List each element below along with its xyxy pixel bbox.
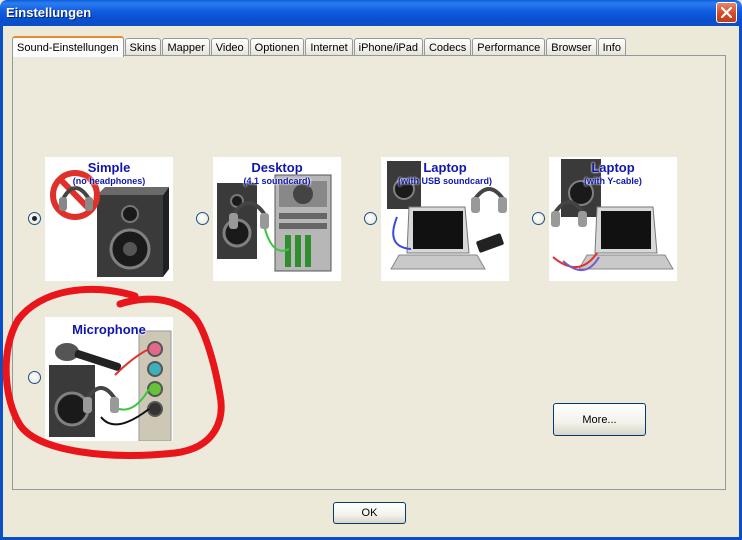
option-image-laptop-usb[interactable]: Laptop (with USB soundcard) [381, 157, 509, 281]
tab-video[interactable]: Video [210, 38, 249, 56]
tab-info[interactable]: Info [597, 38, 626, 56]
option-image-simple[interactable]: Simple (no headphones) [45, 157, 173, 281]
close-button[interactable] [716, 2, 737, 23]
tab-codecs[interactable]: Codecs [423, 38, 472, 56]
option-subtitle-laptop-y-cable: (with Y-cable) [584, 176, 642, 186]
radio-simple[interactable] [28, 212, 41, 225]
tab-internet[interactable]: Internet [305, 38, 353, 56]
option-title-laptop-usb: Laptop [423, 160, 467, 175]
tab-mapper[interactable]: Mapper [162, 38, 210, 56]
close-icon [721, 7, 732, 18]
option-title-microphone: Microphone [72, 322, 146, 337]
ok-button[interactable]: OK [333, 502, 406, 524]
option-title-desktop: Desktop [251, 160, 303, 175]
option-subtitle-laptop-usb: (with USB soundcard) [398, 176, 492, 186]
more-button[interactable]: More... [553, 403, 646, 436]
tab-iphone-ipad[interactable]: iPhone/iPad [353, 38, 423, 56]
option-image-microphone[interactable]: Microphone [45, 317, 173, 441]
option-title-laptop-y-cable: Laptop [591, 160, 635, 175]
window-title: Einstellungen [6, 5, 92, 20]
tab-sound-settings[interactable]: Sound-Einstellungen [12, 36, 124, 57]
tab-options[interactable]: Optionen [249, 38, 305, 56]
tab-performance[interactable]: Performance [472, 38, 546, 56]
radio-laptop-usb[interactable] [364, 212, 377, 225]
option-title-simple: Simple [87, 160, 131, 175]
option-subtitle-desktop: (4.1 soundcard) [243, 176, 311, 186]
option-subtitle-simple: (no headphones) [72, 176, 146, 186]
title-bar[interactable]: Einstellungen [0, 0, 742, 26]
tab-skins[interactable]: Skins [124, 38, 162, 56]
radio-desktop[interactable] [196, 212, 209, 225]
option-image-laptop-y-cable[interactable]: Laptop (with Y-cable) [549, 157, 677, 281]
tab-browser[interactable]: Browser [546, 38, 597, 56]
tab-strip: Sound-Einstellungen Skins Mapper Video O… [12, 36, 627, 57]
radio-laptop-y-cable[interactable] [532, 212, 545, 225]
option-image-desktop[interactable]: Desktop (4.1 soundcard) [213, 157, 341, 281]
radio-microphone[interactable] [28, 371, 41, 384]
